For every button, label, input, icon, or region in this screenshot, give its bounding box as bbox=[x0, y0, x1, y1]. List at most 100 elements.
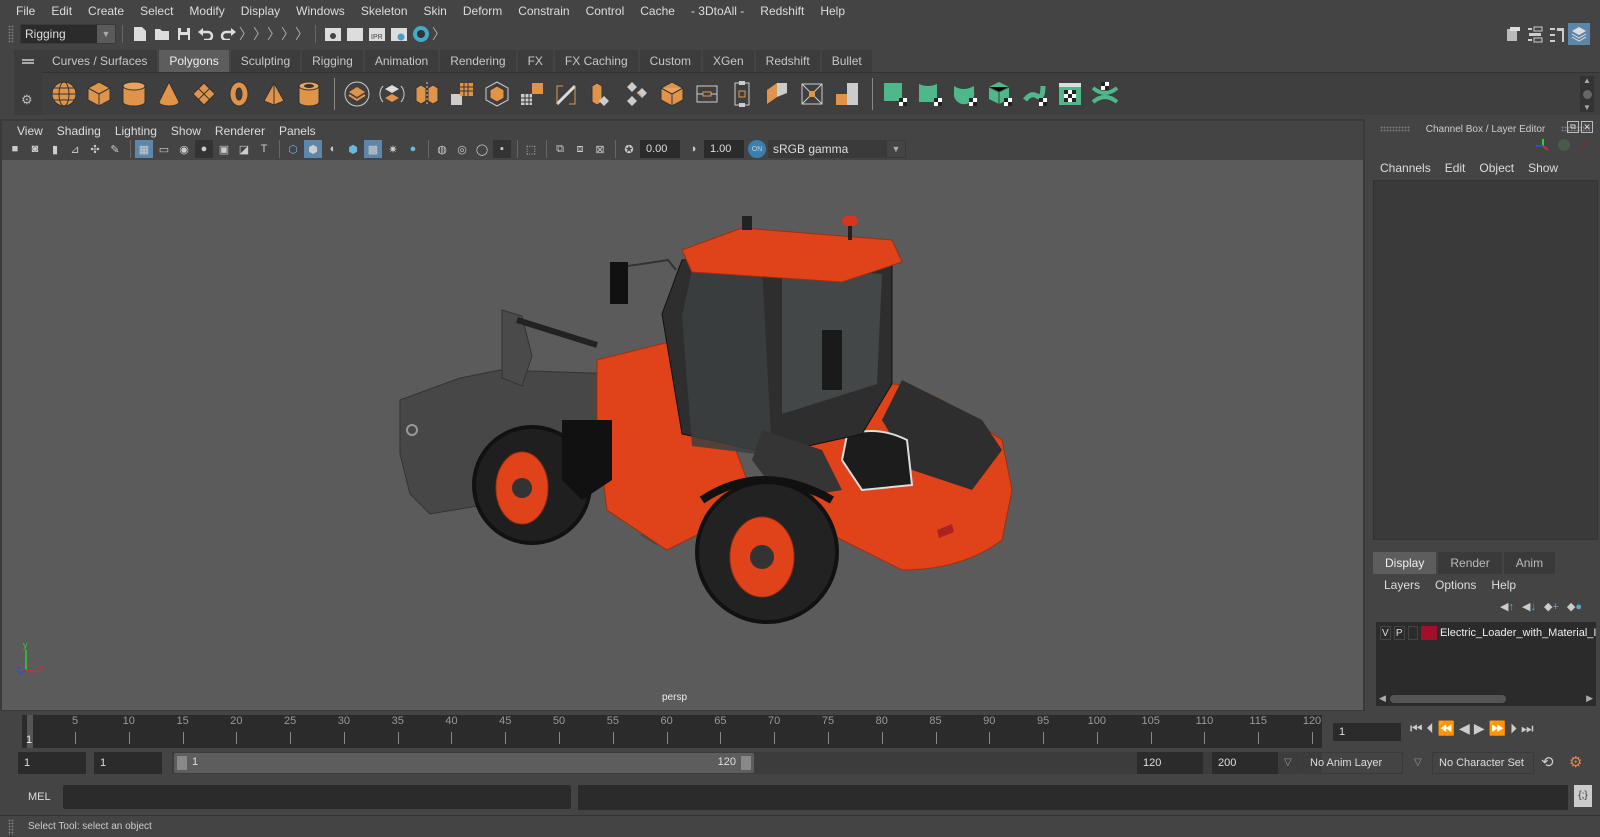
exposure-field[interactable]: 0.00 bbox=[640, 140, 680, 158]
xray-joints-icon[interactable]: ⧈ bbox=[571, 140, 589, 158]
scroll-up-icon[interactable]: ▲ bbox=[1583, 76, 1591, 85]
color-space-dropdown[interactable]: sRGB gamma ▼ bbox=[768, 140, 906, 158]
cylindrical-uv-icon[interactable] bbox=[914, 78, 946, 110]
shelf-tab-bullet[interactable]: Bullet bbox=[821, 50, 872, 72]
shelf-menu-icon[interactable] bbox=[22, 59, 34, 61]
layer-list-scrollbar[interactable]: ◀ ▶ bbox=[1376, 692, 1596, 706]
shelf-tab-xgen[interactable]: XGen bbox=[702, 50, 754, 72]
viewport-menu-panels[interactable]: Panels bbox=[272, 124, 323, 138]
2d-pan-zoom-icon[interactable]: ✣ bbox=[86, 140, 104, 158]
step-back-frame-icon[interactable]: ⏪ bbox=[1438, 720, 1455, 737]
anim-layer-dropdown[interactable]: No Anim Layer bbox=[1303, 752, 1403, 774]
textured-icon[interactable]: ▩ bbox=[364, 140, 382, 158]
grip-handle[interactable] bbox=[8, 818, 14, 835]
combine-icon[interactable] bbox=[341, 78, 373, 110]
freeze-icon[interactable] bbox=[761, 78, 793, 110]
time-slider[interactable]: 1 5 10 15 20 25 30 35 40 45 50 55 60 65 70 75 80 85 90 95 1… bbox=[22, 715, 1322, 748]
menu-edit[interactable]: Edit bbox=[43, 4, 80, 18]
shelf-tab-fx-caching[interactable]: FX Caching bbox=[554, 50, 638, 72]
scrollbar-thumb[interactable] bbox=[1390, 695, 1506, 703]
playback-end-field[interactable]: 120 bbox=[1137, 752, 1203, 774]
shelf-scroll[interactable]: ▲ ▼ bbox=[1580, 76, 1594, 112]
render-frame-icon[interactable] bbox=[344, 23, 366, 45]
default-material-icon[interactable]: ◐ bbox=[324, 140, 342, 158]
color-management-toggle-icon[interactable]: ON bbox=[748, 140, 766, 158]
poly-cylinder-icon[interactable] bbox=[118, 78, 150, 110]
film-gate-icon[interactable]: ▭ bbox=[155, 140, 173, 158]
use-all-lights-icon[interactable]: ✷ bbox=[384, 140, 402, 158]
shelf-tab-redshift[interactable]: Redshift bbox=[755, 50, 820, 72]
viewport-menu-show[interactable]: Show bbox=[164, 124, 208, 138]
cut-uv-icon[interactable] bbox=[1089, 78, 1121, 110]
grip-handle[interactable] bbox=[1379, 126, 1410, 132]
command-input[interactable] bbox=[63, 785, 571, 809]
step-back-key-icon[interactable]: ⏴ bbox=[1427, 720, 1434, 737]
step-forward-frame-icon[interactable]: ⏩ bbox=[1489, 720, 1506, 737]
new-empty-layer-icon[interactable]: ◆+ bbox=[1544, 600, 1559, 613]
mirror-icon[interactable] bbox=[411, 78, 443, 110]
menu-display[interactable]: Display bbox=[233, 4, 288, 18]
viewport-canvas[interactable]: y x z bbox=[2, 160, 1363, 710]
shelf-tab-fx[interactable]: FX bbox=[517, 50, 553, 72]
command-language-toggle[interactable]: MEL bbox=[28, 785, 51, 809]
playback-start-field[interactable]: 1 bbox=[94, 752, 162, 774]
select-camera-icon[interactable]: ■ bbox=[6, 140, 24, 158]
menu-deform[interactable]: Deform bbox=[455, 4, 510, 18]
channel-box-area[interactable] bbox=[1373, 180, 1598, 540]
resolution-gate-icon[interactable]: ◉ bbox=[175, 140, 193, 158]
smooth-icon[interactable] bbox=[446, 78, 478, 110]
collapse-arrow-icon[interactable]: 〉 bbox=[295, 24, 309, 44]
current-frame-field[interactable]: 1 bbox=[1333, 723, 1401, 741]
layer-tab-render[interactable]: Render bbox=[1438, 552, 1502, 574]
automatic-uv-icon[interactable] bbox=[984, 78, 1016, 110]
camera-attributes-icon[interactable]: ◙ bbox=[26, 140, 44, 158]
menu-control[interactable]: Control bbox=[578, 4, 633, 18]
field-chart-icon[interactable]: ▣ bbox=[215, 140, 233, 158]
extrude-icon[interactable] bbox=[551, 78, 583, 110]
exposure-icon[interactable]: ✪ bbox=[620, 140, 638, 158]
collapse-arrow-icon[interactable]: 〉 bbox=[239, 24, 253, 44]
channel-box-layer-editor-icon[interactable] bbox=[1568, 23, 1590, 45]
character-set-dropdown[interactable]: No Character Set bbox=[1432, 752, 1534, 774]
unfold-uv-icon[interactable] bbox=[1019, 78, 1051, 110]
shelf-menu-dot-icon[interactable] bbox=[1582, 89, 1592, 99]
layer-menu-help[interactable]: Help bbox=[1491, 578, 1516, 592]
hyperbolic-icon[interactable] bbox=[1577, 138, 1591, 152]
separate-icon[interactable] bbox=[376, 78, 408, 110]
image-plane-icon[interactable]: ⊿ bbox=[66, 140, 84, 158]
collapse-arrow-icon[interactable]: 〉 bbox=[281, 24, 295, 44]
fill-hole-icon[interactable] bbox=[691, 78, 723, 110]
grid-icon[interactable]: ▦ bbox=[135, 140, 153, 158]
motion-blur-icon[interactable]: ◎ bbox=[453, 140, 471, 158]
menu-select[interactable]: Select bbox=[132, 4, 181, 18]
multicut-icon[interactable] bbox=[586, 78, 618, 110]
play-forwards-icon[interactable]: ▶ bbox=[1474, 720, 1485, 737]
auto-key-icon[interactable]: ⟲ bbox=[1541, 752, 1554, 774]
layer-menu-layers[interactable]: Layers bbox=[1384, 578, 1420, 592]
channel-box-menu-edit[interactable]: Edit bbox=[1445, 161, 1466, 175]
range-start-handle[interactable] bbox=[177, 756, 187, 770]
depth-of-field-icon[interactable]: ▪ bbox=[493, 140, 511, 158]
delete-history-icon[interactable] bbox=[796, 78, 828, 110]
gate-mask-icon[interactable]: ● bbox=[195, 140, 213, 158]
isolate-select-icon[interactable]: ⬚ bbox=[522, 140, 540, 158]
move-layer-down-icon[interactable]: ◀↓ bbox=[1522, 600, 1536, 613]
redo-icon[interactable] bbox=[217, 23, 239, 45]
shelf-grip[interactable] bbox=[0, 50, 14, 115]
wireframe-icon[interactable]: ⬡ bbox=[284, 140, 302, 158]
poly-torus-icon[interactable] bbox=[223, 78, 255, 110]
loader-model[interactable]: y x z bbox=[2, 160, 1363, 710]
render-settings-icon[interactable] bbox=[388, 23, 410, 45]
step-forward-key-icon[interactable]: ⏵ bbox=[1510, 720, 1517, 737]
menu-skin[interactable]: Skin bbox=[416, 4, 455, 18]
poly-cube-icon[interactable] bbox=[83, 78, 115, 110]
save-scene-icon[interactable] bbox=[173, 23, 195, 45]
speed-icon[interactable] bbox=[1557, 138, 1571, 152]
menu-cache[interactable]: Cache bbox=[632, 4, 683, 18]
shelf-tab-animation[interactable]: Animation bbox=[364, 50, 439, 72]
layer-row[interactable]: V P Electric_Loader_with_Material_I bbox=[1376, 622, 1596, 644]
channel-box-menu-channels[interactable]: Channels bbox=[1380, 161, 1431, 175]
poly-pipe-icon[interactable] bbox=[293, 78, 325, 110]
viewport-menu-shading[interactable]: Shading bbox=[50, 124, 108, 138]
modeling-toolkit-icon[interactable] bbox=[1502, 23, 1524, 45]
